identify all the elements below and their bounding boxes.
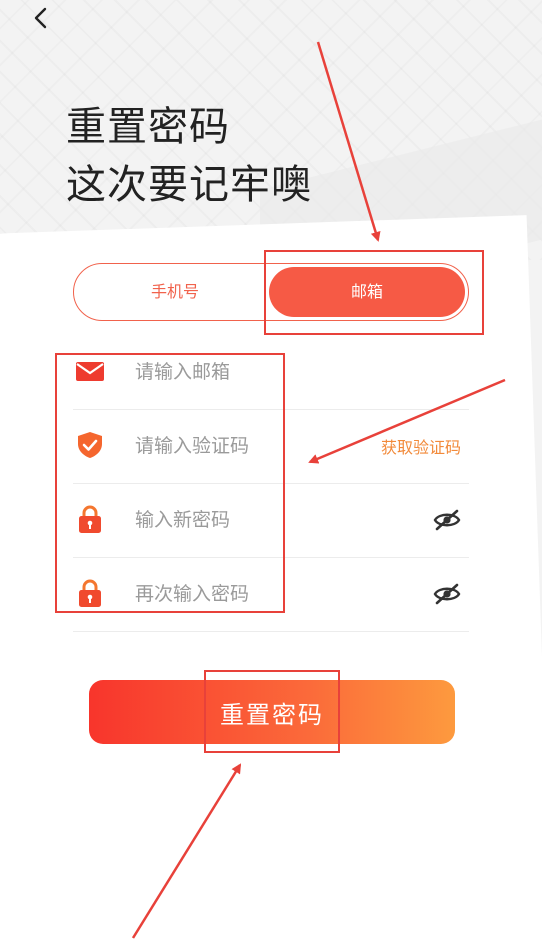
login-type-toggle: 手机号 邮箱 [73,263,469,321]
get-code-button[interactable]: 获取验证码 [381,434,461,458]
chevron-left-icon [34,7,47,29]
confirm-password-row [73,558,469,632]
email-input[interactable] [135,352,355,392]
new-password-input[interactable] [135,500,355,540]
verification-code-input[interactable] [135,426,355,466]
tab-email[interactable]: 邮箱 [269,267,465,317]
new-password-row [73,484,469,558]
confirm-password-input[interactable] [135,574,355,614]
reset-password-button[interactable]: 重置密码 [89,680,455,744]
tab-phone[interactable]: 手机号 [77,267,273,317]
eye-off-icon[interactable] [433,508,461,532]
mail-icon [76,362,104,381]
back-button[interactable] [30,6,54,30]
code-row: 获取验证码 [73,410,469,484]
shield-check-icon [78,432,102,458]
title-line-2: 这次要记牢噢 [66,162,312,208]
page-title: 重置密码 这次要记牢噢 [66,98,312,214]
eye-off-icon[interactable] [433,582,461,606]
lock-icon [79,579,101,607]
lock-icon [79,505,101,533]
email-row [73,336,469,410]
title-line-1: 重置密码 [66,104,230,150]
